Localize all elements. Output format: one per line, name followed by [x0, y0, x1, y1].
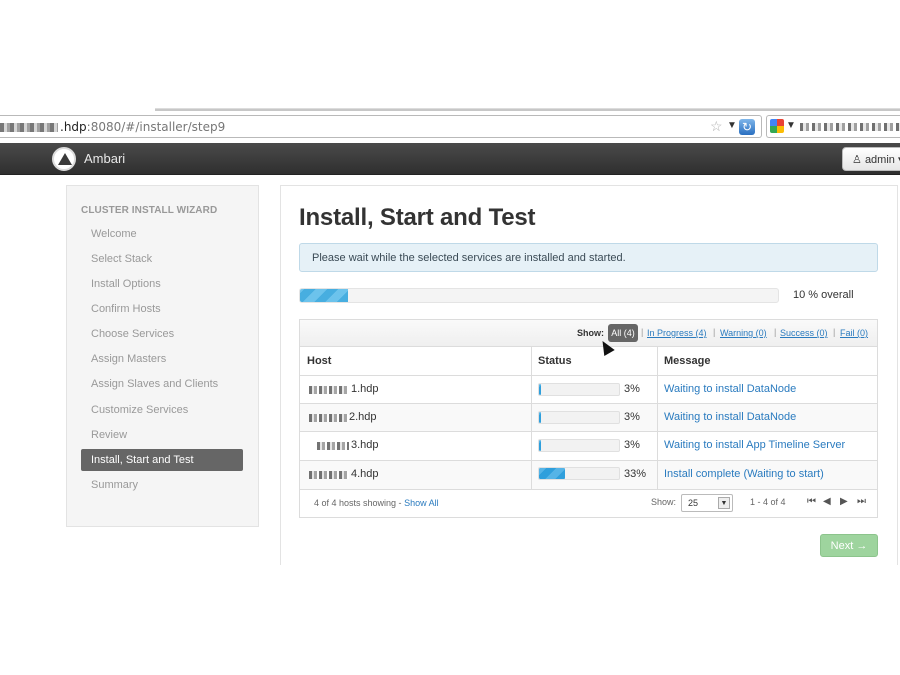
- host-progress-bar: [538, 439, 620, 452]
- sidebar-item-confirm-hosts: Confirm Hosts: [91, 303, 161, 315]
- redacted-host: [0, 123, 58, 132]
- brand-name[interactable]: Ambari: [84, 151, 125, 166]
- last-page-icon[interactable]: ⏭: [857, 496, 866, 507]
- first-page-icon[interactable]: ⏮: [807, 496, 816, 507]
- sidebar-item-select-stack: Select Stack: [91, 253, 153, 265]
- filter-separator: |: [641, 327, 644, 337]
- sidebar-item-customize-services: Customize Services: [91, 404, 189, 416]
- column-header-message: Message: [664, 355, 711, 367]
- filter-in-progress[interactable]: In Progress (4): [647, 328, 707, 338]
- chevron-down-icon: ▼: [718, 497, 730, 509]
- host-name: 3.hdp: [351, 439, 379, 451]
- previous-page-icon[interactable]: ◀: [823, 496, 831, 507]
- host-name: 2.hdp: [349, 411, 377, 423]
- host-progress-bar: [538, 467, 620, 480]
- host-message-link[interactable]: Waiting to install DataNode: [664, 411, 796, 423]
- url-path: :8080/#/installer/step9: [86, 120, 226, 134]
- host-progress-percent: 33%: [624, 468, 647, 480]
- host-message-link[interactable]: Install complete (Waiting to start): [664, 468, 824, 480]
- overall-progress-label: 10 % overall: [793, 289, 854, 301]
- overall-progress-fill: [300, 289, 348, 302]
- host-name: 4.hdp: [351, 468, 379, 480]
- sidebar-item-install-options: Install Options: [91, 278, 161, 290]
- sidebar-item-assign-slaves: Assign Slaves and Clients: [91, 378, 219, 390]
- column-divider: [657, 347, 658, 489]
- show-all-link[interactable]: Show All: [404, 498, 439, 508]
- sidebar-item-choose-services: Choose Services: [91, 328, 175, 340]
- redacted-host-name: [309, 386, 349, 394]
- redacted-search-text: [800, 123, 900, 131]
- host-progress-bar: [538, 411, 620, 424]
- url-text[interactable]: .hdp:8080/#/installer/step9: [0, 120, 225, 134]
- host-progress-fill: [539, 412, 542, 423]
- hosts-showing-count: 4 of 4 hosts showing -: [314, 498, 405, 508]
- filter-separator: |: [833, 327, 836, 337]
- page-size-select[interactable]: 25 ▼: [681, 494, 733, 512]
- info-alert: Please wait while the selected services …: [299, 243, 878, 272]
- host-progress-bar: [538, 383, 620, 396]
- filter-all[interactable]: All (4): [608, 324, 638, 342]
- filter-separator: |: [713, 327, 716, 337]
- sidebar-item-welcome: Welcome: [91, 228, 137, 240]
- search-engine-icon[interactable]: [770, 119, 784, 133]
- page-range: 1 - 4 of 4: [750, 497, 786, 507]
- bookmark-star-icon[interactable]: ☆: [710, 118, 723, 135]
- host-progress-fill: [539, 468, 566, 479]
- host-progress-percent: 3%: [624, 383, 640, 395]
- admin-user-button[interactable]: ♙ admin ▾: [842, 147, 900, 171]
- next-button[interactable]: Next →: [820, 534, 878, 557]
- redacted-host-name: [317, 442, 349, 450]
- search-engine-dropdown-icon[interactable]: ▼: [786, 120, 796, 131]
- sidebar-item-assign-masters: Assign Masters: [91, 353, 167, 365]
- host-message-link[interactable]: Waiting to install App Timeline Server: [664, 439, 845, 451]
- filter-separator: |: [774, 327, 777, 337]
- sidebar-item-review: Review: [91, 429, 128, 441]
- column-divider: [531, 347, 532, 489]
- page-title: Install, Start and Test: [299, 204, 536, 231]
- filter-warning[interactable]: Warning (0): [720, 328, 767, 338]
- url-host-suffix: .hdp: [60, 120, 87, 134]
- column-header-host: Host: [307, 355, 332, 367]
- top-navbar: [0, 143, 900, 175]
- redacted-host-name: [309, 471, 349, 479]
- user-icon: ♙: [852, 154, 862, 166]
- sidebar-title: CLUSTER INSTALL WIZARD: [81, 205, 218, 216]
- host-progress-fill: [539, 440, 542, 451]
- host-message-link[interactable]: Waiting to install DataNode: [664, 383, 796, 395]
- filter-fail[interactable]: Fail (0): [840, 328, 868, 338]
- filter-success[interactable]: Success (0): [780, 328, 828, 338]
- admin-label: admin: [864, 154, 895, 166]
- hosts-showing-text: 4 of 4 hosts showing - Show All: [314, 498, 439, 508]
- host-progress-percent: 3%: [624, 411, 640, 423]
- host-name: 1.hdp: [351, 383, 379, 395]
- redacted-host-name: [309, 414, 349, 422]
- column-header-status: Status: [538, 355, 572, 367]
- sidebar-item-summary: Summary: [91, 479, 139, 491]
- sidebar-item-install-start-test: Install, Start and Test: [81, 449, 243, 471]
- next-page-icon[interactable]: ▶: [840, 496, 848, 507]
- page-size-label: Show:: [651, 497, 677, 507]
- overall-progress-bar: [299, 288, 779, 303]
- host-progress-percent: 3%: [624, 439, 640, 451]
- host-progress-fill: [539, 384, 542, 395]
- browser-tab-strip: [155, 108, 900, 111]
- address-bar[interactable]: .hdp:8080/#/installer/step9: [0, 115, 762, 138]
- page-size-value: 25: [688, 498, 699, 508]
- ambari-logo-icon[interactable]: [52, 147, 76, 171]
- history-dropdown-icon[interactable]: ▼: [727, 120, 737, 131]
- reload-icon[interactable]: ↻: [739, 119, 755, 135]
- filter-show-label: Show:: [577, 328, 604, 338]
